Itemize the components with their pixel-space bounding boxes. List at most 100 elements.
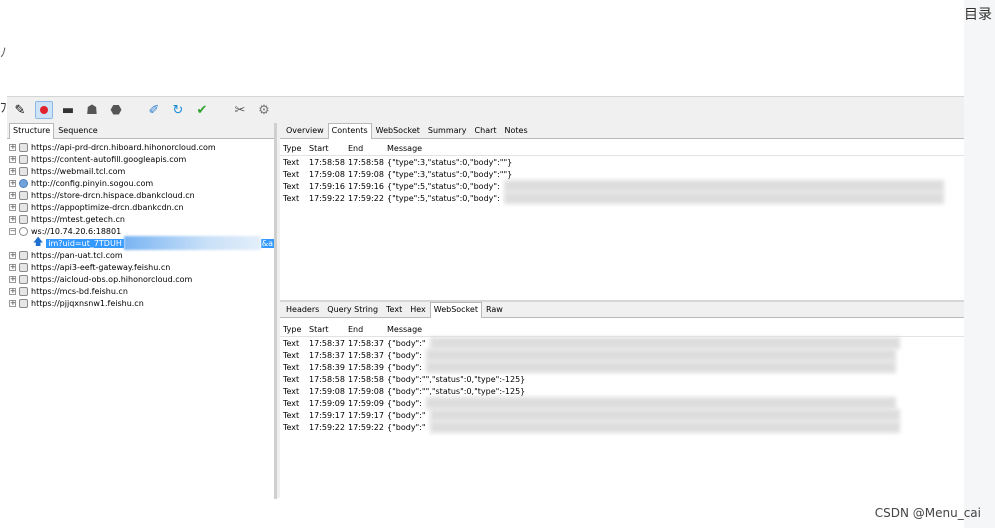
- tab-hex[interactable]: Hex: [406, 302, 430, 317]
- tab-notes[interactable]: Notes: [501, 123, 532, 138]
- table-row[interactable]: Text 17:59:22 17:59:22 {"body":": [280, 421, 964, 433]
- record-icon[interactable]: [35, 101, 53, 119]
- tree-node[interactable]: + https://appoptimize-drcn.dbankcdn.cn: [7, 201, 274, 213]
- expand-icon[interactable]: +: [9, 191, 16, 199]
- blank-header-area: [0, 0, 964, 95]
- table-row[interactable]: Text 17:59:17 17:59:17 {"body":": [280, 409, 964, 421]
- tree-node[interactable]: + https://aicloud-obs.op.hihonorcloud.com: [7, 273, 274, 285]
- tab-overview[interactable]: Overview: [282, 123, 328, 138]
- tree-node[interactable]: + https://store-drcn.hispace.dbankcloud.c…: [7, 189, 274, 201]
- cell-start: 17:58:39: [309, 362, 345, 372]
- validate-icon[interactable]: ✔: [193, 101, 211, 119]
- tab-chart[interactable]: Chart: [471, 123, 501, 138]
- upper-message-table: Type Start End Message Text 17:58:58 17:58…: [280, 139, 964, 299]
- tab-sequence[interactable]: Sequence: [54, 123, 101, 138]
- tab-websocket-lower[interactable]: WebSocket: [429, 302, 482, 318]
- cell-end: 17:58:58: [348, 157, 384, 167]
- tree-node[interactable]: + https://content-autofill.googleapis.com: [7, 153, 274, 165]
- expand-icon[interactable]: +: [9, 275, 16, 283]
- col-start[interactable]: Start: [309, 325, 348, 334]
- message-text: {"body":": [387, 422, 426, 432]
- turtle-icon[interactable]: ☗: [83, 101, 101, 119]
- cell-message: {"body":": [387, 421, 964, 433]
- expand-icon[interactable]: +: [9, 263, 16, 271]
- cell-start: 17:59:22: [309, 193, 345, 203]
- tree-node[interactable]: + https://api3-eeft-gateway.feishu.cn: [7, 261, 274, 273]
- expand-icon[interactable]: +: [9, 167, 16, 175]
- tree-node[interactable]: + https://pan-uat.tcl.com: [7, 249, 274, 261]
- expand-icon[interactable]: +: [9, 203, 16, 211]
- lower-message-table: Type Start End Message Text 17:58:37 17:58…: [280, 320, 964, 500]
- expand-icon[interactable]: +: [9, 287, 16, 295]
- tab-text[interactable]: Text: [382, 302, 406, 317]
- tab-summary[interactable]: Summary: [424, 123, 471, 138]
- throttle-icon[interactable]: ▬: [59, 101, 77, 119]
- table-row[interactable]: Text 17:59:09 17:59:09 {"body":: [280, 397, 964, 409]
- compose-icon[interactable]: ✐: [145, 101, 163, 119]
- tree-node[interactable]: + https://webmail.tcl.com: [7, 165, 274, 177]
- comment-icon[interactable]: ✎: [11, 101, 29, 119]
- tab-headers[interactable]: Headers: [282, 302, 323, 317]
- tree-node-label: https://webmail.tcl.com: [31, 166, 126, 176]
- col-message[interactable]: Message: [387, 144, 964, 153]
- col-start[interactable]: Start: [309, 144, 348, 153]
- tree-node-selected[interactable]: 🡅 im?uid=ut_7TDUH &a: [7, 236, 274, 250]
- col-message[interactable]: Message: [387, 325, 964, 334]
- message-text: {"body":"","status":0,"type":-125}: [387, 386, 526, 396]
- cell-end: 17:58:39: [348, 362, 384, 372]
- cell-start: 17:58:37: [309, 338, 345, 348]
- tree-node[interactable]: + https://pjjqxnsnw1.feishu.cn: [7, 297, 274, 309]
- col-type[interactable]: Type: [280, 325, 309, 334]
- tree-node-label: http://config.pinyin.sogou.com: [31, 178, 154, 188]
- expand-icon[interactable]: +: [9, 299, 16, 307]
- cell-start: 17:59:08: [309, 169, 345, 179]
- message-text: {"body":": [387, 338, 426, 348]
- col-type[interactable]: Type: [280, 144, 309, 153]
- toolbar: ✎ ▬ ☗ ⬣ ✐ ↻ ✔ ✂ ⚙: [7, 97, 964, 123]
- expand-icon[interactable]: +: [9, 179, 16, 187]
- expand-icon[interactable]: +: [9, 155, 16, 163]
- table-row[interactable]: Text 17:58:39 17:58:39 {"body":: [280, 361, 964, 373]
- tree-node[interactable]: + https://api-prd-drcn.hiboard.hihonorclo…: [7, 141, 274, 153]
- table-row[interactable]: Text 17:59:16 17:59:16 {"type":5,"status":0…: [280, 180, 964, 192]
- cell-type: Text: [283, 422, 300, 432]
- table-row[interactable]: Text 17:58:37 17:58:37 {"body":: [280, 349, 964, 361]
- toc-title[interactable]: 目录: [964, 4, 992, 24]
- tab-query-string[interactable]: Query String: [323, 302, 382, 317]
- tree-node[interactable]: + https://mtest.getech.cn: [7, 213, 274, 225]
- collapse-icon[interactable]: −: [9, 227, 16, 235]
- tab-websocket[interactable]: WebSocket: [372, 123, 424, 138]
- tools-icon[interactable]: ✂: [231, 101, 249, 119]
- settings-icon[interactable]: ⚙: [255, 101, 273, 119]
- table-row[interactable]: Text 17:58:58 17:58:58 {"type":3,"status":0…: [280, 156, 964, 168]
- detail-pane: Overview Contents WebSocket Summary Char…: [280, 123, 964, 499]
- tab-raw[interactable]: Raw: [482, 302, 507, 317]
- globe-icon: [19, 178, 28, 188]
- host-icon: [19, 154, 28, 164]
- tab-structure[interactable]: Structure: [9, 123, 55, 139]
- table-row[interactable]: Text 17:58:58 17:58:58 {"body":"","status":…: [280, 373, 964, 385]
- cell-message: {"body":": [387, 337, 964, 349]
- table-row[interactable]: Text 17:59:08 17:59:08 {"body":"","status":…: [280, 385, 964, 397]
- expand-icon[interactable]: +: [9, 251, 16, 259]
- col-end[interactable]: End: [348, 325, 387, 334]
- cell-message: {"body":": [387, 409, 964, 421]
- repeat-icon[interactable]: ↻: [169, 101, 187, 119]
- message-text: {"body":: [387, 362, 422, 372]
- table-row[interactable]: Text 17:59:22 17:59:22 {"type":5,"status":0…: [280, 192, 964, 204]
- table-row[interactable]: Text 17:58:37 17:58:37 {"body":": [280, 337, 964, 349]
- stop-icon[interactable]: ⬣: [107, 101, 125, 119]
- expand-icon[interactable]: +: [9, 143, 16, 151]
- cell-end: 17:58:58: [348, 374, 384, 384]
- tree-node-label: https://pjjqxnsnw1.feishu.cn: [31, 298, 144, 308]
- upper-tabs: Overview Contents WebSocket Summary Char…: [280, 123, 964, 139]
- cell-start: 17:59:08: [309, 386, 345, 396]
- col-end[interactable]: End: [348, 144, 387, 153]
- message-text: {"body":"","status":0,"type":-125}: [387, 374, 526, 384]
- tab-contents[interactable]: Contents: [327, 123, 372, 139]
- tree-node[interactable]: + https://mcs-bd.feishu.cn: [7, 285, 274, 297]
- host-icon: [19, 274, 28, 284]
- table-row[interactable]: Text 17:59:08 17:59:08 {"type":3,"status":0…: [280, 168, 964, 180]
- expand-icon[interactable]: +: [9, 215, 16, 223]
- tree-node[interactable]: + http://config.pinyin.sogou.com: [7, 177, 274, 189]
